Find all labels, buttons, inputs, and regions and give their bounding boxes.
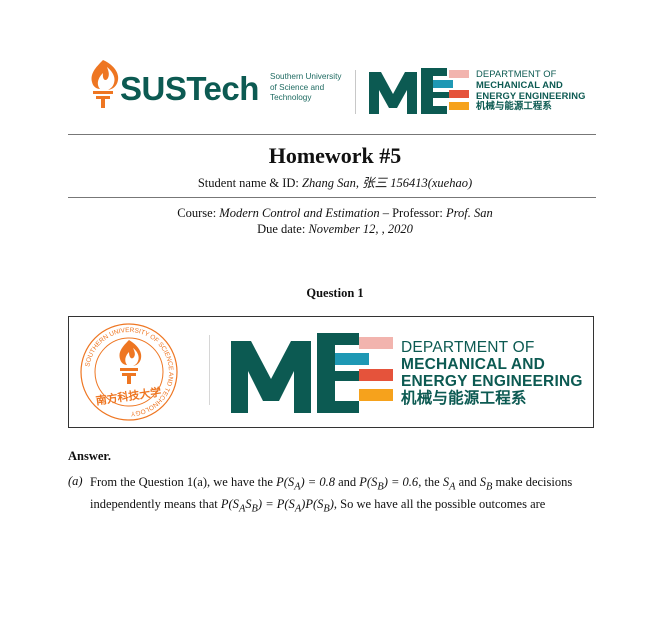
student-label: Student name & ID: [197,176,303,190]
answer-paragraph: From the Question 1(a), we have the P(SA… [90,474,596,517]
dept-line: 机械与能源工程系 [476,100,552,112]
question-figure: SOUTHERN UNIVERSITY OF SCIENCE AND TECHN… [68,316,594,428]
sustech-subtitle: Southern University of Science and Techn… [270,72,356,104]
professor-value: Prof. San [445,206,493,220]
department-name-small: DEPARTMENT OF MECHANICAL AND ENERGY ENGI… [476,68,585,112]
dept-line: DEPARTMENT OF [401,339,535,356]
math-expression: P(SB) = 0.6 [359,475,419,493]
text-run: , the [418,475,443,489]
subtitle-line: Technology [270,93,312,102]
student-line: Student name & ID: Zhang San, 张三 156413(… [0,172,670,191]
mee-logo-small-icon [369,68,469,114]
course-value: Modern Control and Estimation [219,206,380,220]
math-expression: SA [442,475,456,493]
department-name-large: DEPARTMENT OF MECHANICAL AND ENERGY ENGI… [401,339,583,407]
sustech-seal-icon: SOUTHERN UNIVERSITY OF SCIENCE AND TECHN… [80,323,178,421]
question-title: Question 1 [306,286,364,300]
due-label: Due date: [257,222,309,236]
math-expression: P(SA) = 0.8 [276,475,335,493]
answer-part-label: (a) [68,474,83,488]
professor-label: – Professor: [379,206,446,220]
due-value: November 12, , 2020 [308,222,413,236]
middle-rule [68,197,596,198]
sustech-wordmark: SUSTech [120,70,259,107]
due-line: Due date: November 12, , 2020 [0,222,670,237]
answer-title: Answer. [68,449,111,463]
dept-line: MECHANICAL AND [476,78,563,90]
math-expression: P(SASB) = P(SA)P(SB) [220,496,334,515]
top-rule [68,134,596,135]
header-divider [355,70,356,114]
math-expression: SB [479,475,493,493]
dept-line: ENERGY ENGINEERING [401,373,583,390]
course-line: Course: Modern Control and Estimation – … [0,206,670,221]
header-logos: SUSTech Southern University of Science a… [86,58,596,122]
text-run: From the Question 1(a), we have the [90,475,277,489]
mee-logo-large-icon [231,333,393,413]
homework-title: Homework #5 [268,143,402,168]
subtitle-line: Southern University [270,72,342,81]
student-value: Zhang San, 张三 156413(xuehao) [302,176,473,190]
subtitle-line: of Science and [270,82,325,92]
text-run: , So we have all the possible outcomes a… [333,496,546,511]
figure-divider [209,335,210,405]
text-run: and [455,475,480,489]
text-run: and [334,475,360,489]
dept-line: MECHANICAL AND [401,356,546,373]
dept-line: 机械与能源工程系 [401,390,527,407]
sustech-flame-icon [91,60,119,108]
course-label: Course: [177,206,220,220]
